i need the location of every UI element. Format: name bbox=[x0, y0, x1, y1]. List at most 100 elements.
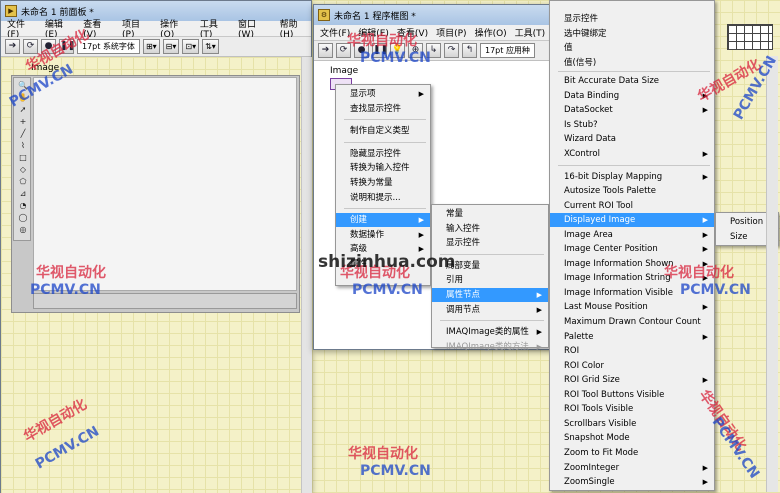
property-menu-item-label: Palette bbox=[564, 331, 594, 342]
property-menu-item-label: ROI Tools Visible bbox=[564, 404, 634, 415]
annulus-tool-icon[interactable]: ◔ bbox=[16, 200, 30, 211]
property-menu-item[interactable]: Autosize Tools Palette bbox=[550, 184, 714, 198]
create-submenu-item[interactable]: 调用节点 ▶ bbox=[432, 303, 548, 317]
watermark-en: PCMV.CN bbox=[352, 282, 423, 298]
reorder-icon[interactable]: ⇅▾ bbox=[202, 39, 219, 54]
circle-tool-icon[interactable]: ◎ bbox=[16, 224, 30, 235]
connector-pane-icon[interactable] bbox=[727, 24, 773, 50]
property-menu-item[interactable]: Maximum Drawn Contour Count bbox=[550, 315, 714, 329]
property-menu-item[interactable]: Image Area ▶ bbox=[550, 228, 714, 242]
resize-icon[interactable]: ⊡▾ bbox=[182, 39, 200, 54]
block-diagram-menu-item[interactable]: 操作(O) bbox=[475, 26, 507, 39]
block-diagram-menu-item[interactable]: 工具(T) bbox=[515, 26, 546, 39]
watermark-cn: 华视自动化 bbox=[664, 265, 734, 281]
submenu-arrow-icon: ▶ bbox=[702, 376, 708, 385]
property-menu-item[interactable]: ZoomSingle ▶ bbox=[550, 475, 714, 489]
context-menu-item[interactable]: 查找显示控件 bbox=[336, 102, 430, 116]
rectangle-tool-icon[interactable]: □ bbox=[16, 152, 30, 163]
context-menu-item[interactable]: 转换为常量 bbox=[336, 176, 430, 190]
line-tool-icon[interactable]: ╱ bbox=[16, 128, 30, 139]
create-submenu-item[interactable]: IMAQImage类的属性 ▶ bbox=[432, 325, 548, 339]
broken-line-tool-icon[interactable]: ⌇ bbox=[16, 140, 30, 151]
context-menu-item-label: 数据操作 bbox=[350, 229, 385, 240]
property-node-menu[interactable]: 显示控件 选中键绑定值值(信号) Bit Accurate Data Size Dat… bbox=[549, 0, 715, 491]
step-out-icon[interactable]: ↰ bbox=[462, 43, 477, 58]
bd-run-icon[interactable]: ➔ bbox=[318, 43, 333, 58]
property-menu-item[interactable]: Current ROI Tool bbox=[550, 199, 714, 213]
context-menu-item[interactable]: 数据操作 ▶ bbox=[336, 228, 430, 242]
property-menu-item-label: 16-bit Display Mapping bbox=[564, 171, 663, 182]
property-menu-item[interactable]: Last Mouse Position ▶ bbox=[550, 300, 714, 314]
align-icon[interactable]: ⊞▾ bbox=[142, 39, 160, 54]
property-menu-item[interactable]: Wizard Data bbox=[550, 132, 714, 146]
submenu-arrow-icon: ▶ bbox=[702, 245, 708, 254]
point-tool-icon[interactable]: + bbox=[16, 116, 30, 127]
property-menu-item-label: Last Mouse Position bbox=[564, 302, 648, 313]
block-diagram-app-icon: ⚙ bbox=[318, 9, 330, 21]
run-arrow-icon[interactable]: ➔ bbox=[5, 39, 20, 54]
property-menu-item[interactable]: ZoomInteger ▶ bbox=[550, 461, 714, 475]
property-menu-item[interactable]: Displayed Image ▶ bbox=[550, 213, 714, 228]
submenu-arrow-icon: ▶ bbox=[702, 303, 708, 312]
create-submenu-item[interactable]: 输入控件 bbox=[432, 222, 548, 236]
create-submenu-item[interactable]: 常量 bbox=[432, 207, 548, 221]
submenu-arrow-icon: ▶ bbox=[418, 90, 424, 98]
property-menu-item[interactable]: 16-bit Display Mapping ▶ bbox=[550, 170, 714, 184]
property-menu-item[interactable]: 值 bbox=[550, 41, 714, 55]
property-menu-item-label: ROI Tool Buttons Visible bbox=[564, 389, 665, 400]
property-menu-item[interactable]: Bit Accurate Data Size bbox=[550, 74, 714, 88]
submenu-arrow-icon: ▶ bbox=[702, 230, 708, 239]
rotated-rect-tool-icon[interactable]: ◇ bbox=[16, 164, 30, 175]
block-diagram-menu-item[interactable]: 文件(F) bbox=[320, 26, 350, 39]
property-menu-item[interactable]: Scrollbars Visible bbox=[550, 417, 714, 431]
property-menu-item[interactable]: ROI Tools Visible bbox=[550, 402, 714, 416]
property-menu-item[interactable]: ROI Tool Buttons Visible bbox=[550, 388, 714, 402]
front-panel-scrollbar[interactable] bbox=[301, 57, 312, 493]
property-menu-item[interactable]: Palette ▶ bbox=[550, 330, 714, 344]
context-menu-item[interactable]: 隐藏显示控件 bbox=[336, 147, 430, 161]
create-submenu-item-label: 属性节点 bbox=[446, 290, 481, 300]
oval-tool-icon[interactable]: ◯ bbox=[16, 212, 30, 223]
context-menu-item[interactable]: 说明和提示... bbox=[336, 191, 430, 205]
context-menu-item[interactable]: 制作自定义类型 bbox=[336, 124, 430, 138]
watermark-en: PCMV.CN bbox=[30, 282, 101, 298]
freehand-tool-icon[interactable]: ⊿ bbox=[16, 188, 30, 199]
property-menu-item[interactable]: Image Center Position ▶ bbox=[550, 242, 714, 256]
labview-app-icon: ▶ bbox=[5, 5, 17, 17]
bd-font-ring[interactable]: 17pt 应用种 bbox=[480, 43, 535, 58]
property-menu-item[interactable]: 显示控件 bbox=[550, 12, 714, 26]
property-menu-item-label: ROI bbox=[564, 346, 580, 357]
property-menu-item[interactable]: Zoom to Fit Mode bbox=[550, 446, 714, 460]
property-menu-item-label: 值 bbox=[564, 43, 573, 54]
property-menu-item[interactable]: DataSocket ▶ bbox=[550, 103, 714, 117]
property-menu-item-label: Image Information Shown bbox=[564, 258, 674, 269]
property-menu-item-label: Snapshot Mode bbox=[564, 433, 630, 444]
create-submenu-item[interactable]: 引用 bbox=[432, 273, 548, 287]
create-submenu-item[interactable]: IMAQImage类的方法 ▶ bbox=[432, 340, 548, 354]
property-menu-item[interactable]: Is Stub? bbox=[550, 118, 714, 132]
property-menu-item[interactable]: Data Binding ▶ bbox=[550, 89, 714, 103]
polygon-tool-icon[interactable]: ⬠ bbox=[16, 176, 30, 187]
property-menu-item[interactable]: ROI Grid Size ▶ bbox=[550, 373, 714, 387]
distribute-icon[interactable]: ⊟▾ bbox=[162, 39, 180, 54]
block-diagram-menu-item[interactable]: 项目(P) bbox=[436, 26, 466, 39]
property-menu-item[interactable]: Snapshot Mode bbox=[550, 431, 714, 445]
watermark-cn: 华视自动化 bbox=[347, 33, 417, 49]
context-menu-item[interactable]: 创建 ▶ bbox=[336, 213, 430, 228]
background-window-scrollbar[interactable] bbox=[766, 56, 778, 492]
step-over-icon[interactable]: ↷ bbox=[444, 43, 459, 58]
property-menu-item[interactable]: XControl ▶ bbox=[550, 147, 714, 161]
property-menu-item[interactable]: ROI bbox=[550, 344, 714, 358]
create-submenu[interactable]: 常量 输入控件 显示控件 局部变量 引用 属性节点 ▶ 调用节点 ▶ IMAQImage类的属性 ▶… bbox=[431, 204, 549, 352]
context-menu-item[interactable]: 显示项 ▶ bbox=[336, 87, 430, 101]
create-submenu-item[interactable]: 显示控件 bbox=[432, 236, 548, 250]
property-menu-item[interactable]: 选中键绑定 bbox=[550, 27, 714, 41]
context-menu-item[interactable]: 转换为输入控件 bbox=[336, 161, 430, 175]
property-menu-item[interactable]: ROI Color bbox=[550, 359, 714, 373]
property-menu-item[interactable]: 值(信号) bbox=[550, 56, 714, 70]
property-menu-item-label: Image Information String bbox=[564, 273, 671, 284]
create-submenu-item[interactable]: 属性节点 ▶ bbox=[432, 288, 548, 302]
block-diagram-titlebar[interactable]: ⚙ 未命名 1 程序框图 * bbox=[314, 5, 582, 25]
image-canvas[interactable] bbox=[33, 77, 297, 291]
property-menu-item-label: 选中键绑定 bbox=[564, 28, 607, 39]
